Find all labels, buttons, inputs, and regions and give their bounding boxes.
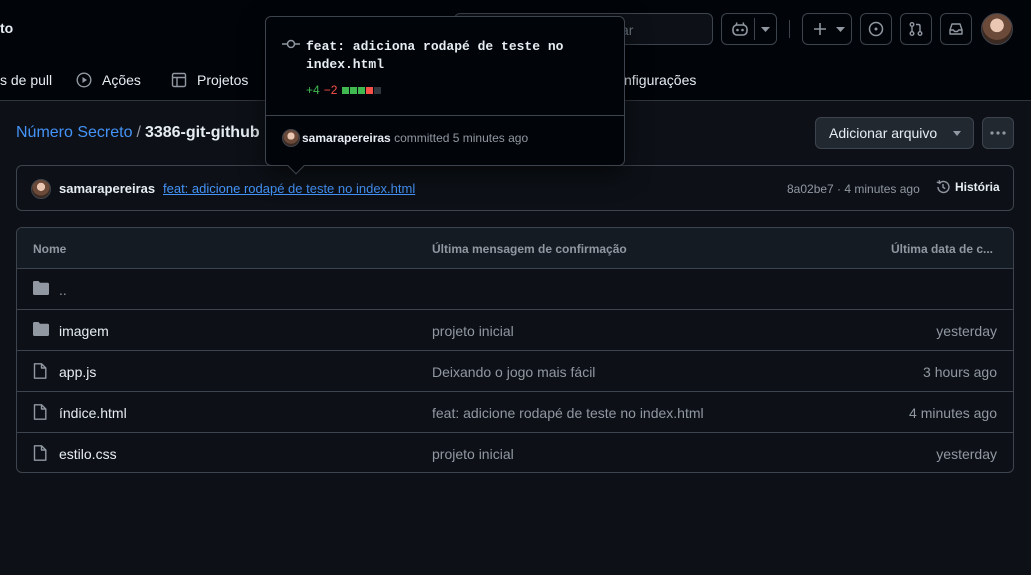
diff-block [374, 86, 382, 94]
commit-author-avatar[interactable] [31, 179, 51, 199]
issues-button[interactable] [860, 13, 892, 45]
issue-icon [868, 21, 884, 37]
diff-block [358, 86, 366, 94]
file-table: Nome Última mensagem de confirmação Últi… [16, 227, 1014, 473]
additions-count: +4 [306, 83, 320, 97]
tab-settings[interactable]: nfigurações [624, 68, 696, 92]
column-name: Nome [33, 242, 67, 256]
file-icon [33, 404, 47, 420]
commit-date: 3 hours ago [923, 364, 997, 380]
commit-message-link[interactable]: projeto inicial [432, 323, 514, 339]
table-row[interactable]: índice.html feat: adicione rodapé de tes… [17, 392, 1013, 433]
table-row-parent[interactable]: .. [17, 269, 1013, 310]
file-icon [33, 363, 47, 379]
chevron-down-icon [836, 27, 845, 32]
committed-time: committed 5 minutes ago [394, 131, 529, 145]
hovercard-author-avatar[interactable] [282, 129, 300, 147]
diff-block [342, 86, 350, 94]
file-name-link[interactable]: índice.html [59, 405, 127, 421]
diff-stats: +4 −2 [306, 83, 382, 97]
commit-message-link[interactable]: projeto inicial [432, 446, 514, 462]
tab-projects[interactable]: Projetos [171, 68, 248, 92]
inbox-button[interactable] [940, 13, 972, 45]
file-name-link[interactable]: imagem [59, 323, 109, 339]
history-icon [936, 180, 950, 194]
folder-icon [33, 281, 49, 295]
commit-message-link[interactable]: Deixando o jogo mais fácil [432, 364, 595, 380]
tab-actions[interactable]: Ações [76, 68, 141, 92]
column-last-commit-message: Última mensagem de confirmação [432, 242, 627, 256]
diff-block [350, 86, 358, 94]
breadcrumb-repo-link[interactable]: Número Secreto [16, 124, 133, 141]
commit-author-link[interactable]: samarapereiras [59, 181, 155, 196]
column-last-commit-date: Última data de c... [890, 242, 993, 256]
play-icon [76, 72, 92, 88]
breadcrumb-current-folder: 3386-git-github [144, 124, 260, 141]
deletions-count: −2 [323, 83, 338, 97]
breadcrumb: Número Secreto/3386-git-github [16, 124, 260, 142]
copilot-icon [732, 22, 748, 36]
copilot-button[interactable] [721, 13, 777, 45]
pull-requests-button[interactable] [900, 13, 932, 45]
repo-title-fragment[interactable]: to [0, 20, 13, 36]
file-name-link[interactable]: estilo.css [59, 446, 117, 462]
plus-icon [814, 23, 826, 35]
commit-meta[interactable]: 8a02be7 · 4 minutes ago [787, 182, 920, 196]
table-row[interactable]: imagem projeto inicial yesterday [17, 310, 1013, 351]
table-row[interactable]: estilo.css projeto inicial yesterday [17, 433, 1013, 472]
pull-request-icon [909, 22, 923, 36]
tab-label: nfigurações [624, 72, 697, 88]
history-button[interactable]: História [935, 179, 1000, 195]
hovercard-author-line: samarapereiras committed 5 minutes ago [302, 131, 528, 145]
file-name-link[interactable]: app.js [59, 364, 96, 380]
hovercard-author-link[interactable]: samarapereiras [302, 131, 391, 145]
tab-label: s de pull [0, 72, 53, 88]
commit-date: yesterday [936, 446, 997, 462]
file-icon [33, 445, 47, 461]
create-new-button[interactable] [802, 13, 852, 45]
user-avatar[interactable] [981, 13, 1013, 45]
folder-icon [33, 322, 49, 336]
header-divider [789, 20, 790, 38]
latest-commit-bar: samarapereiras feat: adicione rodapé de … [16, 165, 1014, 211]
history-label: História [955, 180, 1000, 194]
table-header: Nome Última mensagem de confirmação Últi… [17, 228, 1013, 269]
commit-hovercard: feat: adiciona rodapé de teste no index.… [265, 16, 625, 175]
more-options-button[interactable] [982, 117, 1014, 149]
commit-message-link[interactable]: feat: adicione rodapé de teste no index.… [163, 181, 415, 196]
kebab-horizontal-icon [990, 131, 1006, 135]
git-commit-icon [282, 39, 300, 49]
parent-directory-link[interactable]: .. [59, 282, 67, 298]
diff-bar [342, 86, 382, 94]
table-row[interactable]: app.js Deixando o jogo mais fácil 3 hour… [17, 351, 1013, 392]
table-icon [171, 72, 187, 88]
tab-label: Ações [102, 72, 141, 88]
add-file-button[interactable]: Adicionar arquivo [815, 117, 974, 149]
tab-label: Projetos [197, 72, 249, 88]
commit-message-link[interactable]: feat: adicione rodapé de teste no index.… [432, 405, 704, 421]
diff-block [366, 86, 374, 94]
hovercard-divider [266, 115, 624, 116]
add-file-label: Adicionar arquivo [829, 125, 938, 141]
inbox-icon [949, 23, 963, 35]
chevron-down-icon[interactable] [761, 27, 770, 33]
chevron-down-icon [953, 131, 961, 136]
commit-date: yesterday [936, 323, 997, 339]
tab-pull-requests[interactable]: s de pull [0, 68, 52, 92]
commit-date: 4 minutes ago [909, 405, 997, 421]
hovercard-commit-title[interactable]: feat: adiciona rodapé de teste no index.… [306, 38, 606, 74]
breadcrumb-separator: / [136, 124, 141, 141]
